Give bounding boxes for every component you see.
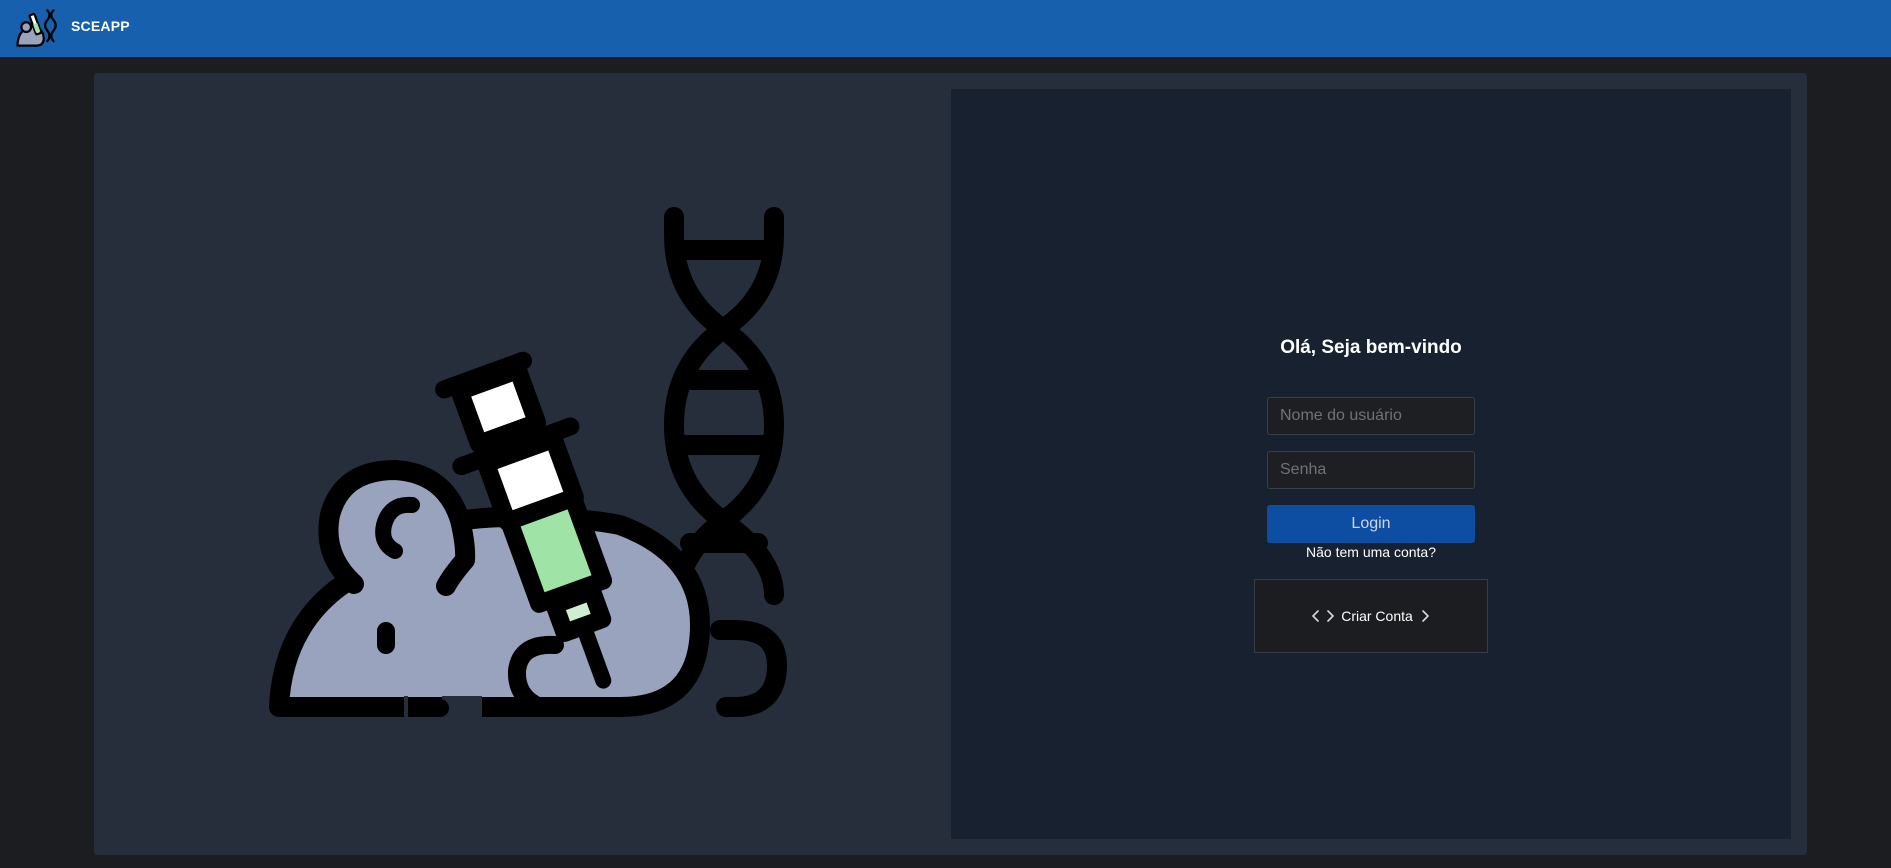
- chevron-right-icon: [1420, 609, 1430, 623]
- code-brackets-icon: [1312, 609, 1335, 623]
- lab-mouse-syringe-dna-icon: [180, 125, 820, 725]
- password-input[interactable]: [1267, 451, 1475, 489]
- welcome-heading: Olá, Seja bem-vindo: [1280, 337, 1462, 358]
- app-logo-icon[interactable]: [13, 5, 57, 51]
- brand-title[interactable]: SCEAPP: [71, 18, 130, 34]
- create-account-button[interactable]: Criar Conta: [1254, 579, 1488, 653]
- create-account-label: Criar Conta: [1341, 608, 1413, 624]
- top-navbar: SCEAPP: [0, 0, 1891, 57]
- login-button[interactable]: Login: [1267, 505, 1475, 543]
- no-account-text: Não tem uma conta?: [1306, 544, 1436, 560]
- username-input[interactable]: [1267, 397, 1475, 435]
- login-panel: Olá, Seja bem-vindo Login Não tem uma co…: [951, 89, 1791, 839]
